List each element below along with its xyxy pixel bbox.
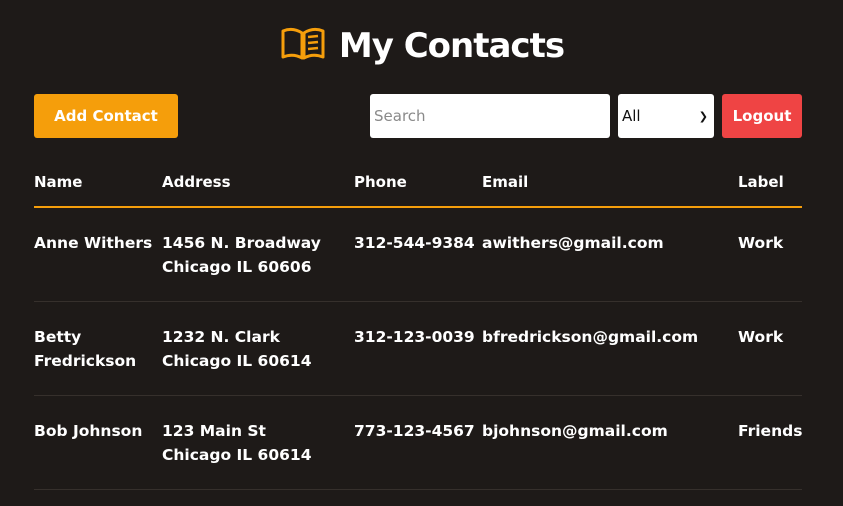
address-line: Chicago IL 60606 [162,258,312,276]
column-header-name: Name [34,173,83,191]
address-line: 1232 N. Clark [162,328,280,346]
contact-phone: 312-544-9384 [354,234,475,252]
label-filter-select[interactable]: All ❯ [618,94,714,138]
contact-name-line: Bob Johnson [34,422,143,440]
book-open-icon [279,24,327,68]
column-header-address: Address [162,173,231,191]
contact-name: Bob Johnson [34,419,154,443]
address-line: Chicago IL 60614 [162,446,312,464]
page-header: My Contacts [0,24,843,68]
contact-address: 123 Main St Chicago IL 60614 [162,419,347,467]
add-contact-button[interactable]: Add Contact [34,94,178,138]
contacts-table: Name Address Phone Email Label Anne With… [34,164,802,490]
address-line: Chicago IL 60614 [162,352,312,370]
contact-phone: 773-123-4567 [354,422,475,440]
contact-name-line: Fredrickson [34,352,137,370]
contact-label: Work [738,234,784,252]
page-title: My Contacts [338,26,565,66]
table-header: Name Address Phone Email Label [34,164,802,208]
logout-button[interactable]: Logout [722,94,802,138]
contact-name: Anne Withers [34,231,154,255]
contact-email: awithers@gmail.com [482,234,664,252]
contact-label: Friends [738,422,803,440]
contact-name-line: Anne Withers [34,234,153,252]
contacts-page: My Contacts Add Contact All ❯ Logout Nam… [0,0,843,506]
contact-phone: 312-123-0039 [354,328,475,346]
column-header-phone: Phone [354,173,407,191]
contact-name: Betty Fredrickson [34,325,154,373]
contact-address: 1456 N. Broadway Chicago IL 60606 [162,231,347,279]
table-row[interactable]: Anne Withers 1456 N. Broadway Chicago IL… [34,208,802,302]
contact-name-line: Betty [34,328,82,346]
chevron-down-icon: ❯ [698,109,708,123]
address-line: 123 Main St [162,422,266,440]
contact-label: Work [738,328,784,346]
address-line: 1456 N. Broadway [162,234,321,252]
table-row[interactable]: Betty Fredrickson 1232 N. Clark Chicago … [34,302,802,396]
contact-address: 1232 N. Clark Chicago IL 60614 [162,325,347,373]
table-row[interactable]: Bob Johnson 123 Main St Chicago IL 60614… [34,396,802,490]
column-header-email: Email [482,173,529,191]
column-header-label: Label [738,173,784,191]
contact-email: bfredrickson@gmail.com [482,328,699,346]
filter-selected-value: All [622,107,641,125]
search-input[interactable] [370,94,610,138]
contact-email: bjohnson@gmail.com [482,422,668,440]
